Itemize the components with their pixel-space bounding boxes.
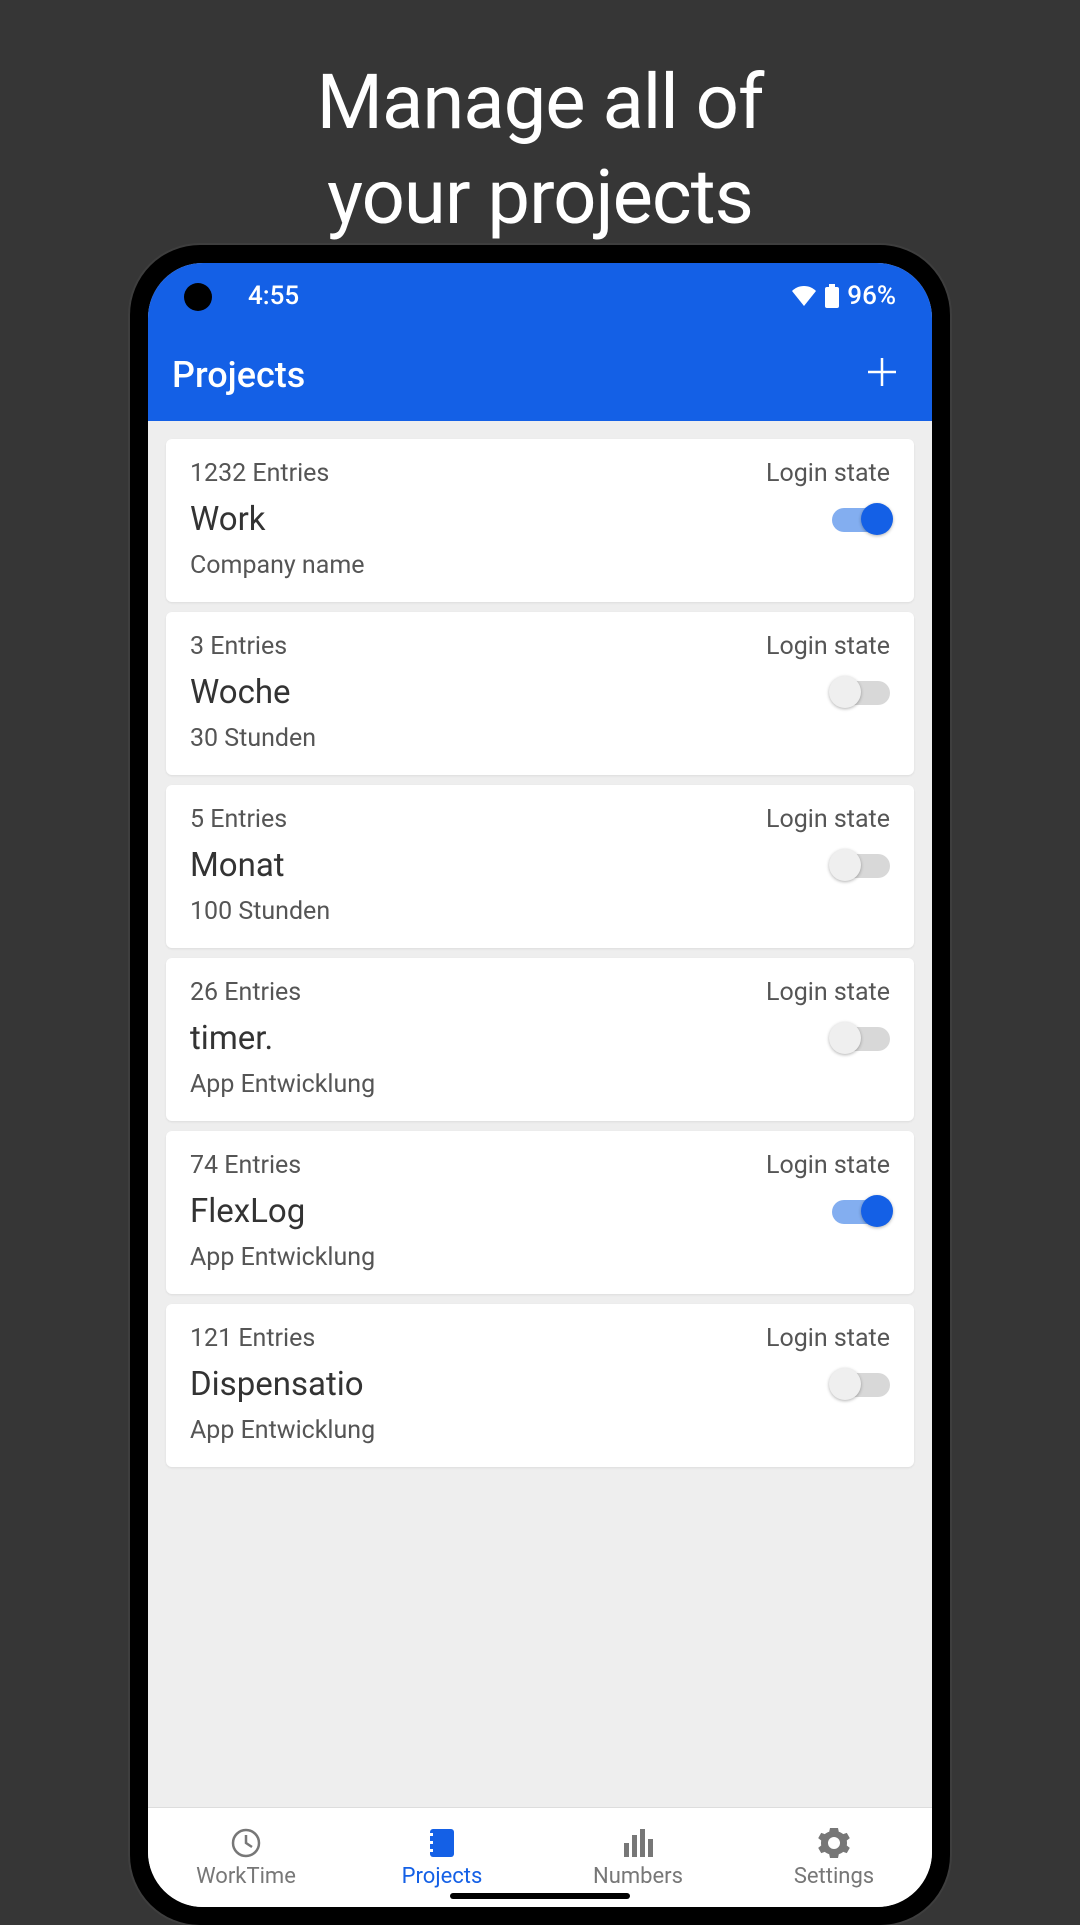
- promo-title: Manage all of your projects: [0, 0, 1080, 245]
- login-state-toggle[interactable]: [832, 1373, 890, 1397]
- nav-worktime[interactable]: WorkTime: [148, 1808, 344, 1907]
- nav-label: Projects: [402, 1864, 483, 1889]
- phone-frame: 4:55 96% Projects 1232 Entries Login sta…: [130, 245, 950, 1925]
- project-name: Work: [190, 500, 266, 539]
- clock-icon: [230, 1826, 262, 1860]
- project-subtitle: 30 Stunden: [190, 724, 890, 753]
- project-card[interactable]: 74 Entries Login state FlexLog App Entwi…: [166, 1131, 914, 1294]
- project-entries: 3 Entries: [190, 632, 287, 661]
- battery-icon: [825, 284, 839, 308]
- wifi-icon: [791, 286, 817, 306]
- status-battery: 96%: [847, 281, 896, 311]
- add-project-button[interactable]: [864, 353, 900, 397]
- project-entries: 26 Entries: [190, 978, 301, 1007]
- project-card[interactable]: 26 Entries Login state timer. App Entwic…: [166, 958, 914, 1121]
- bottom-nav: WorkTime Projects Numbers Settings: [148, 1807, 932, 1907]
- projects-list: 1232 Entries Login state Work Company na…: [148, 421, 932, 1807]
- home-indicator[interactable]: [450, 1893, 630, 1899]
- login-state-label: Login state: [766, 1324, 890, 1353]
- project-entries: 74 Entries: [190, 1151, 301, 1180]
- login-state-toggle[interactable]: [832, 1200, 890, 1224]
- app-header: Projects: [148, 329, 932, 421]
- login-state-label: Login state: [766, 632, 890, 661]
- project-entries: 5 Entries: [190, 805, 287, 834]
- login-state-label: Login state: [766, 459, 890, 488]
- project-subtitle: Company name: [190, 551, 890, 580]
- status-time: 4:55: [248, 281, 299, 311]
- phone-screen: 4:55 96% Projects 1232 Entries Login sta…: [148, 263, 932, 1907]
- project-card[interactable]: 1232 Entries Login state Work Company na…: [166, 439, 914, 602]
- nav-label: Settings: [794, 1864, 874, 1889]
- project-name: Dispensatio: [190, 1365, 364, 1404]
- page-title: Projects: [172, 354, 305, 396]
- status-bar: 4:55 96%: [148, 263, 932, 329]
- login-state-toggle[interactable]: [832, 1027, 890, 1051]
- status-right: 96%: [791, 281, 896, 311]
- plus-icon: [864, 354, 900, 390]
- login-state-toggle[interactable]: [832, 854, 890, 878]
- nav-label: Numbers: [593, 1864, 683, 1889]
- project-card[interactable]: 121 Entries Login state Dispensatio App …: [166, 1304, 914, 1467]
- gear-icon: [818, 1826, 850, 1860]
- project-subtitle: 100 Stunden: [190, 897, 890, 926]
- project-card[interactable]: 3 Entries Login state Woche 30 Stunden: [166, 612, 914, 775]
- login-state-toggle[interactable]: [832, 508, 890, 532]
- promo-line-2: your projects: [0, 150, 1080, 245]
- project-name: Monat: [190, 846, 285, 885]
- project-entries: 121 Entries: [190, 1324, 315, 1353]
- bar-chart-icon: [622, 1826, 654, 1860]
- login-state-toggle[interactable]: [832, 681, 890, 705]
- login-state-label: Login state: [766, 978, 890, 1007]
- project-name: Woche: [190, 673, 291, 712]
- nav-label: WorkTime: [196, 1864, 296, 1889]
- nav-settings[interactable]: Settings: [736, 1808, 932, 1907]
- promo-line-1: Manage all of: [0, 55, 1080, 150]
- login-state-label: Login state: [766, 805, 890, 834]
- book-icon: [428, 1826, 456, 1860]
- project-subtitle: App Entwicklung: [190, 1243, 890, 1272]
- project-name: FlexLog: [190, 1192, 305, 1231]
- camera-hole: [184, 283, 212, 311]
- project-entries: 1232 Entries: [190, 459, 329, 488]
- project-card[interactable]: 5 Entries Login state Monat 100 Stunden: [166, 785, 914, 948]
- project-name: timer.: [190, 1019, 273, 1058]
- project-subtitle: App Entwicklung: [190, 1070, 890, 1099]
- login-state-label: Login state: [766, 1151, 890, 1180]
- project-subtitle: App Entwicklung: [190, 1416, 890, 1445]
